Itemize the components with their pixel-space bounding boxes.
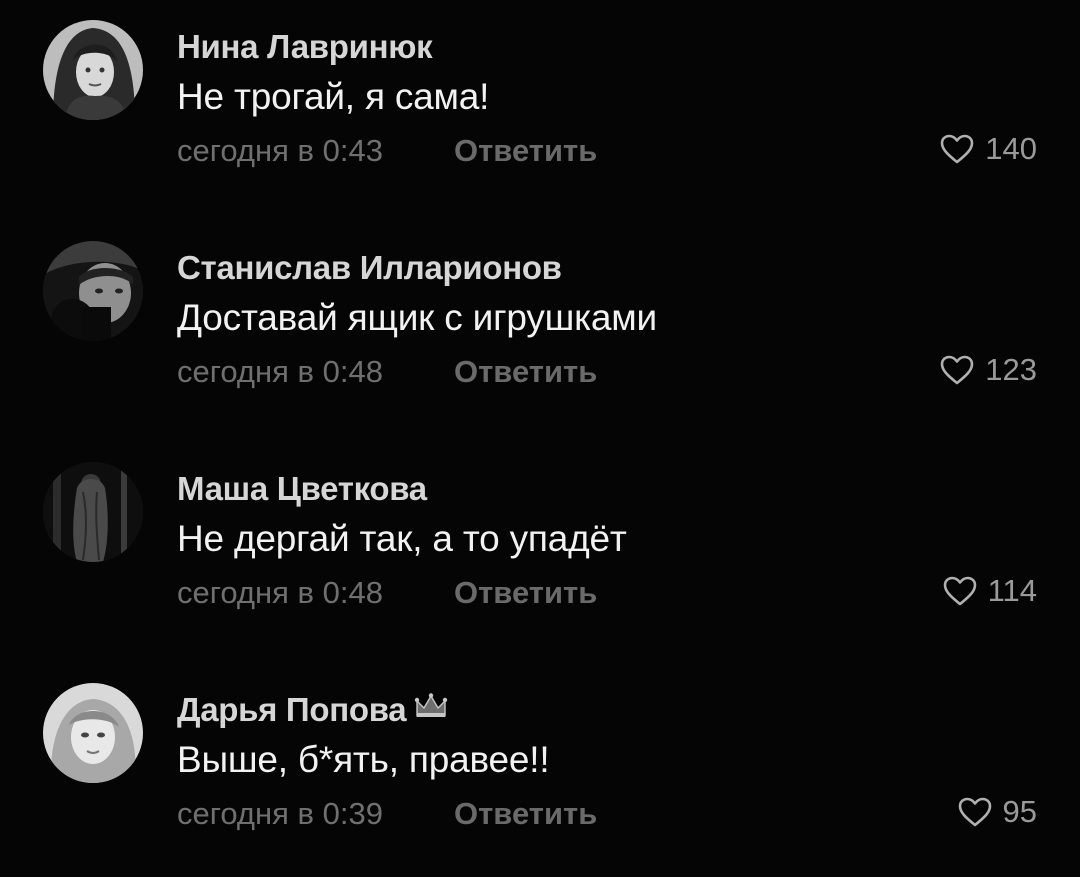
avatar[interactable] bbox=[43, 20, 143, 120]
comment-author[interactable]: Станислав Илларионов bbox=[177, 249, 562, 287]
like-button[interactable]: 123 bbox=[939, 352, 1037, 388]
reply-button[interactable]: Ответить bbox=[454, 575, 597, 611]
avatar-image bbox=[43, 462, 143, 562]
like-button[interactable]: 114 bbox=[942, 573, 1037, 609]
avatar[interactable] bbox=[43, 462, 143, 562]
avatar-image bbox=[43, 20, 143, 120]
avatar[interactable] bbox=[43, 241, 143, 341]
like-count: 114 bbox=[987, 573, 1037, 608]
avatar-image bbox=[43, 683, 143, 783]
reply-button[interactable]: Ответить bbox=[454, 354, 597, 390]
avatar[interactable] bbox=[43, 683, 143, 783]
like-count: 140 bbox=[985, 131, 1037, 166]
comment-item: Маша Цветкова Не дергай так, а то упадёт… bbox=[0, 442, 1080, 642]
comment-text: Не трогай, я сама! bbox=[177, 76, 490, 117]
comment-author[interactable]: Нина Лавринюк bbox=[177, 28, 433, 66]
author-name: Дарья Попова bbox=[177, 691, 407, 728]
comment-author[interactable]: Маша Цветкова bbox=[177, 470, 427, 508]
heart-outline-icon bbox=[958, 797, 991, 827]
comment-text: Выше, б*ять, правее!! bbox=[177, 739, 550, 780]
comment-time: сегодня в 0:43 bbox=[177, 133, 383, 168]
reply-button[interactable]: Ответить bbox=[454, 796, 597, 832]
comment-time: сегодня в 0:39 bbox=[177, 796, 383, 831]
comments-screen: { "comments": [ { "author": "Нина Лаврин… bbox=[0, 0, 1080, 877]
comment-item: Нина Лавринюк Не трогай, я сама! сегодня… bbox=[0, 0, 1080, 200]
like-button[interactable]: 95 bbox=[957, 794, 1037, 830]
comment-text: Не дергай так, а то упадёт bbox=[177, 518, 627, 559]
comment-item: Станислав Илларионов Доставай ящик с игр… bbox=[0, 221, 1080, 421]
comment-text: Доставай ящик с игрушками bbox=[177, 297, 658, 338]
like-count: 123 bbox=[985, 352, 1037, 387]
reply-button[interactable]: Ответить bbox=[454, 133, 597, 169]
heart-outline-icon bbox=[940, 134, 974, 164]
like-button[interactable]: 140 bbox=[939, 131, 1037, 167]
like-count: 95 bbox=[1002, 794, 1037, 829]
avatar-image bbox=[43, 241, 143, 341]
heart-outline-icon bbox=[940, 355, 974, 385]
comment-author[interactable]: Дарья Попова bbox=[177, 691, 448, 729]
crown-icon bbox=[414, 690, 448, 728]
comment-item: Дарья Попова Выше, б*ять, правее!! сегод… bbox=[0, 663, 1080, 863]
comment-time: сегодня в 0:48 bbox=[177, 354, 383, 389]
heart-outline-icon bbox=[943, 576, 976, 606]
comment-time: сегодня в 0:48 bbox=[177, 575, 383, 610]
